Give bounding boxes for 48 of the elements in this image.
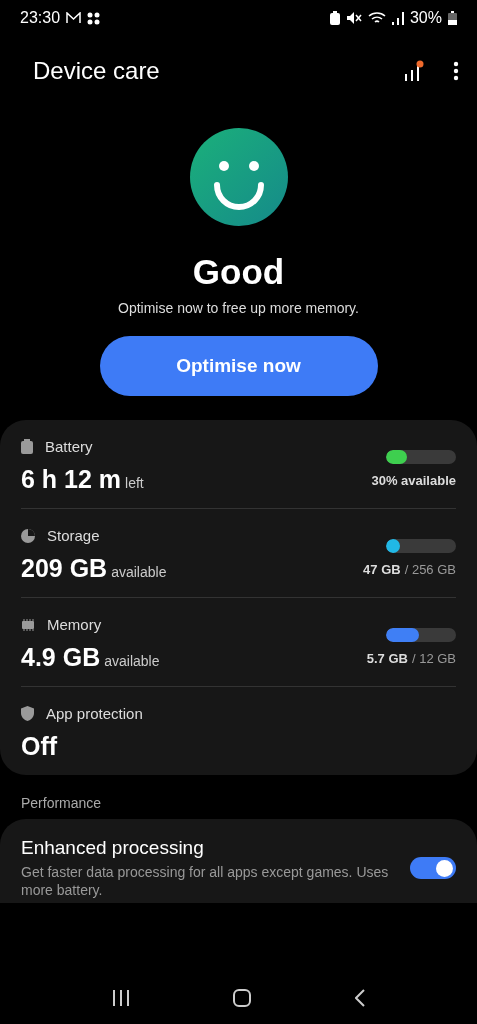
status-time: 23:30 <box>20 9 61 27</box>
item-label: Memory <box>47 616 102 633</box>
item-value: 6 h 12 m <box>21 465 122 494</box>
chip-icon <box>21 617 35 632</box>
pie-chart-icon <box>21 528 35 543</box>
section-heading: Performance <box>21 795 103 811</box>
battery-icon <box>448 11 457 25</box>
item-value: 209 GB <box>21 554 108 583</box>
battery-saver-icon <box>329 11 340 25</box>
status-subtitle: Optimise now to free up more memory. <box>118 300 359 316</box>
item-unit: left <box>125 475 144 491</box>
wifi-icon <box>367 11 386 25</box>
recent-apps-icon[interactable] <box>111 990 130 1006</box>
item-label: Storage <box>47 527 100 544</box>
device-item[interactable]: Storage 209 GB available 47 GB / 256 GB <box>21 509 456 598</box>
bar-chart-icon[interactable] <box>403 60 425 82</box>
dots-icon <box>87 11 101 25</box>
page-title: Device care <box>33 57 161 85</box>
optimise-button[interactable]: Optimise now <box>99 336 378 396</box>
used-amount: 5.7 GB <box>366 651 408 666</box>
shield-icon <box>21 706 34 721</box>
back-icon[interactable] <box>355 989 366 1007</box>
total-amount: / 12 GB <box>411 651 456 666</box>
battery-percent: 30% <box>409 9 442 27</box>
setting-title: Enhanced processing <box>21 837 205 859</box>
item-value: 4.9 GB <box>21 643 101 672</box>
total-amount: / 256 GB <box>404 562 456 577</box>
item-label: Battery <box>45 438 93 455</box>
device-item[interactable]: Battery 6 h 12 m left 30% available <box>21 420 456 509</box>
item-detail: 30% available <box>371 473 456 488</box>
home-icon[interactable] <box>233 989 252 1007</box>
smiley-icon <box>189 128 288 226</box>
toggle-switch[interactable] <box>410 857 456 879</box>
item-unit: available <box>111 564 167 580</box>
item-label: App protection <box>46 705 143 722</box>
device-item[interactable]: App protection Off <box>21 687 456 775</box>
mail-icon <box>66 12 82 24</box>
mute-icon <box>345 11 362 25</box>
status-title: Good <box>192 252 285 292</box>
signal-icon <box>391 11 404 25</box>
device-item[interactable]: Memory 4.9 GB available 5.7 GB / 12 GB <box>21 598 456 687</box>
setting-card[interactable]: Enhanced processing Get faster data processing for all apps except games. Uses more battery. <box>0 819 477 903</box>
item-value: Off <box>21 732 58 761</box>
setting-description: Get faster data processing for all apps except games. Uses more battery. <box>21 863 390 899</box>
battery-icon <box>21 439 33 454</box>
item-unit: available <box>104 653 160 669</box>
more-options-icon[interactable] <box>453 61 459 81</box>
used-amount: 47 GB <box>363 562 401 577</box>
